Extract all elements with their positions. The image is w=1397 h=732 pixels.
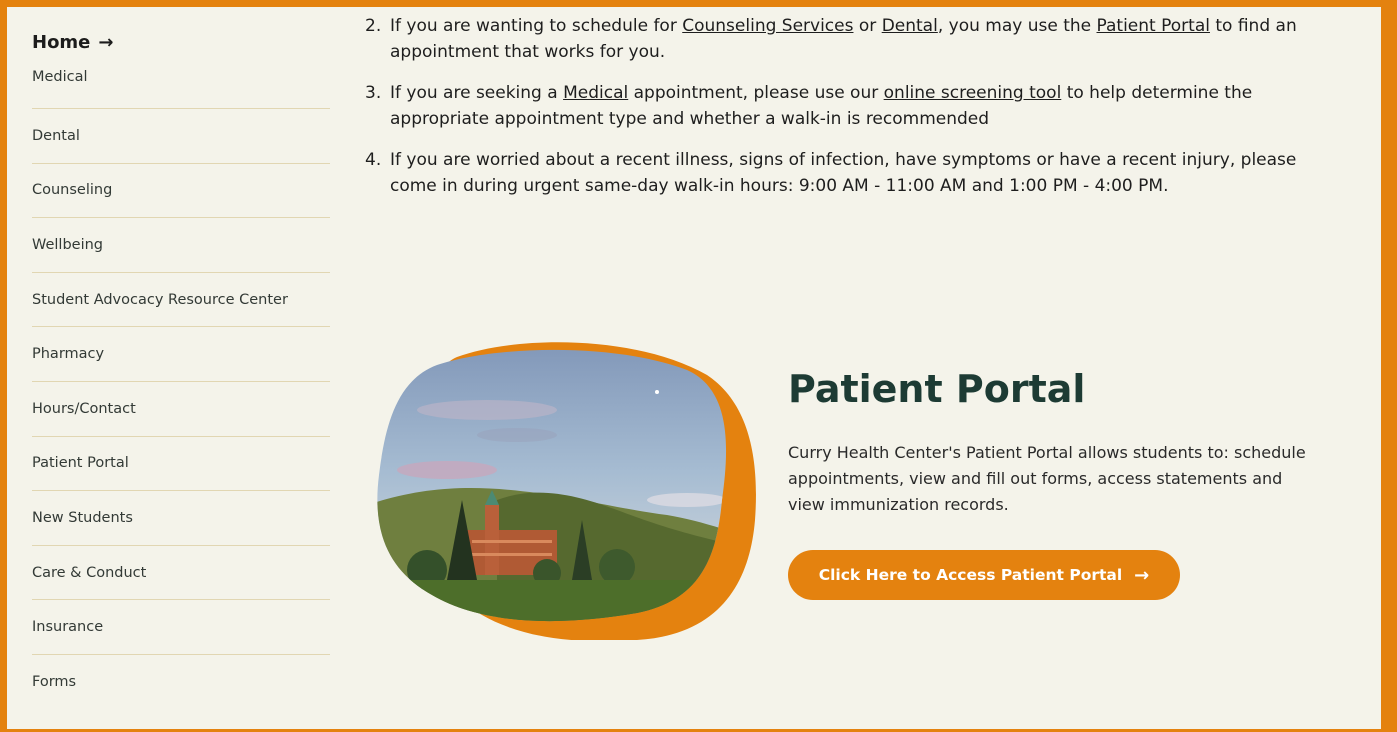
step-text: If you are worried about a recent illnes… xyxy=(390,150,1297,196)
step-text: If you are seeking a Medical appointment… xyxy=(390,80,1325,132)
portal-button-label: Click Here to Access Patient Portal xyxy=(818,566,1123,584)
step-text-part: If you are wanting to schedule for xyxy=(390,16,683,36)
sidebar-item-new-students[interactable]: New Students xyxy=(32,491,330,546)
arrow-right-icon: → xyxy=(98,31,114,53)
sidebar-item-care-conduct[interactable]: Care & Conduct xyxy=(32,546,330,601)
counseling-services-link[interactable]: Counseling Services xyxy=(682,16,853,36)
sidebar-list: Medical Dental Counseling Wellbeing Stud… xyxy=(32,59,330,710)
home-label: Home xyxy=(32,31,91,53)
dental-link[interactable]: Dental xyxy=(882,16,938,36)
sidebar-item-patient-portal[interactable]: Patient Portal xyxy=(32,437,330,492)
home-link[interactable]: Home → xyxy=(32,27,330,57)
step-item-3: 3. If you are seeking a Medical appointm… xyxy=(365,80,1325,132)
sidebar-item-insurance[interactable]: Insurance xyxy=(32,600,330,655)
step-text: If you are wanting to schedule for Couns… xyxy=(390,13,1325,65)
sidebar-item-wellbeing[interactable]: Wellbeing xyxy=(32,218,330,273)
step-number: 3. xyxy=(365,83,382,103)
sidebar-item-dental[interactable]: Dental xyxy=(32,109,330,164)
step-item-2: 2. If you are wanting to schedule for Co… xyxy=(365,13,1325,65)
sidebar-item-medical[interactable]: Medical xyxy=(32,59,330,109)
access-patient-portal-button[interactable]: Click Here to Access Patient Portal → xyxy=(788,550,1180,600)
sidebar-item-forms[interactable]: Forms xyxy=(32,655,330,710)
campus-photo-blob xyxy=(367,335,757,640)
step-item-4: 4. If you are worried about a recent ill… xyxy=(365,147,1325,199)
patient-portal-link[interactable]: Patient Portal xyxy=(1097,16,1210,36)
page-frame: Home → Medical Dental Counseling Wellbei… xyxy=(7,7,1381,729)
sidebar-nav: Home → Medical Dental Counseling Wellbei… xyxy=(32,27,330,710)
step-text-part: , you may use the xyxy=(937,16,1097,36)
step-text-part: appointment, please use our xyxy=(628,83,884,103)
step-number: 4. xyxy=(365,150,382,170)
sidebar-item-hours-contact[interactable]: Hours/Contact xyxy=(32,382,330,437)
sidebar-item-counseling[interactable]: Counseling xyxy=(32,164,330,219)
scheduling-steps: 2. If you are wanting to schedule for Co… xyxy=(365,13,1325,214)
screening-tool-link[interactable]: online screening tool xyxy=(884,83,1062,103)
step-number: 2. xyxy=(365,16,382,36)
arrow-right-icon: → xyxy=(1134,564,1150,586)
portal-title: Patient Portal xyxy=(788,367,1086,411)
campus-photo-svg xyxy=(377,342,756,640)
sidebar-item-pharmacy[interactable]: Pharmacy xyxy=(32,327,330,382)
sidebar-item-advocacy[interactable]: Student Advocacy Resource Center xyxy=(32,273,330,328)
portal-description: Curry Health Center's Patient Portal all… xyxy=(788,443,1306,514)
medical-link[interactable]: Medical xyxy=(563,83,628,103)
step-text-part: or xyxy=(853,16,882,36)
step-text-part: If you are seeking a xyxy=(390,83,564,103)
